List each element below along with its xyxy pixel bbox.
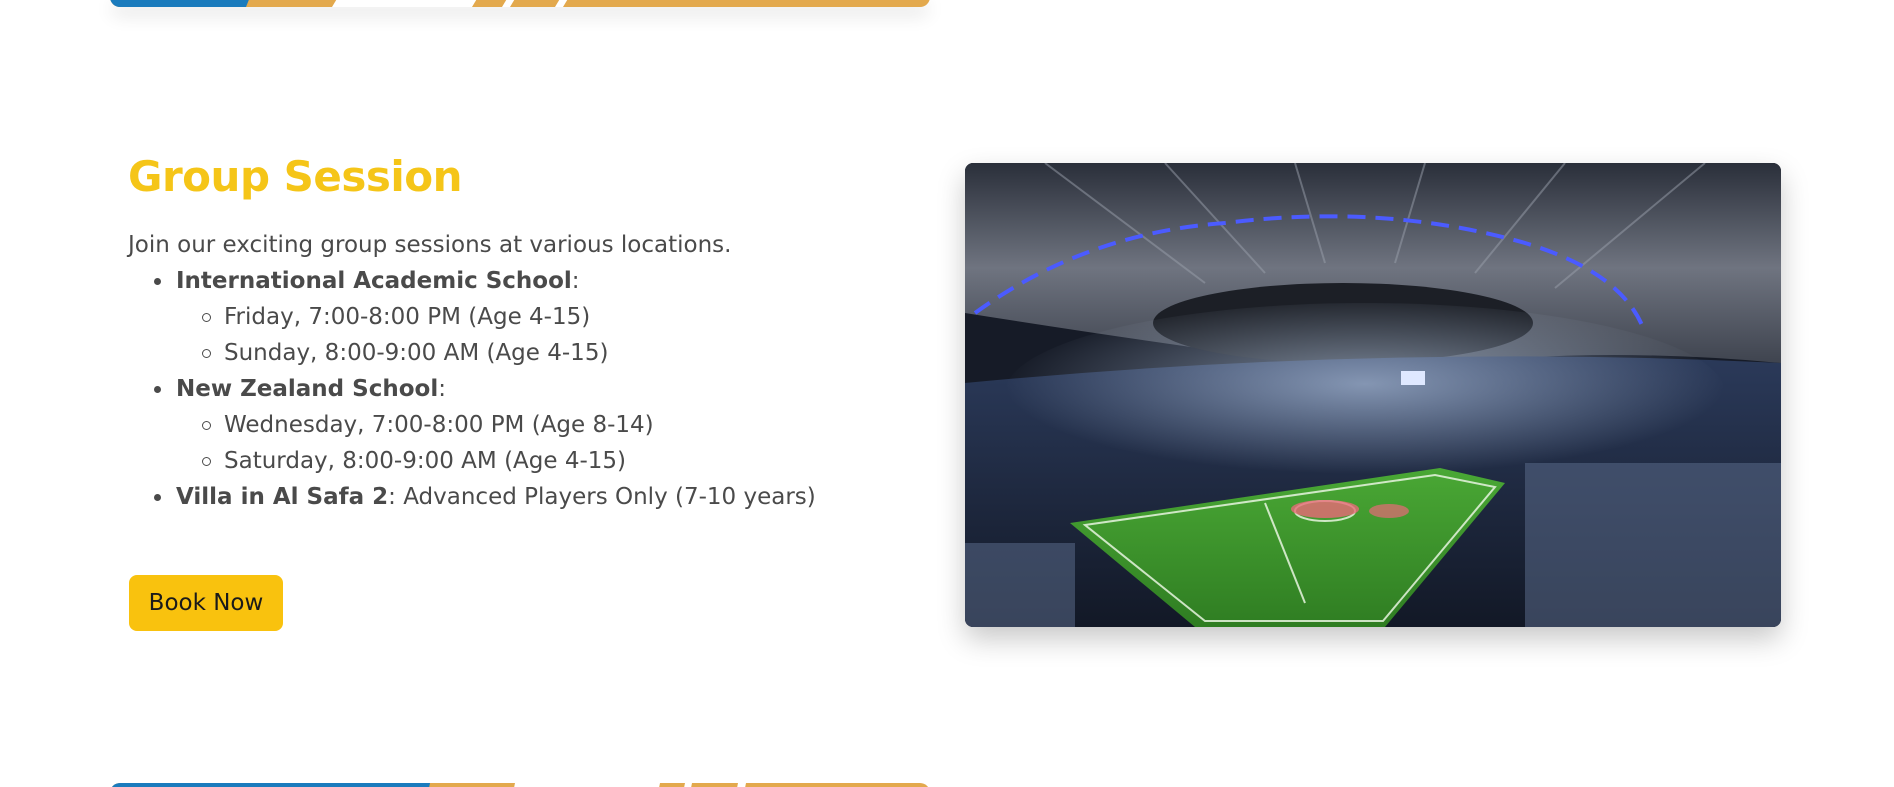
section-title: Group Session — [128, 152, 463, 201]
location-suffix: : — [571, 267, 580, 294]
session-item: Wednesday, 7:00-8:00 PM (Age 8-14) — [200, 407, 868, 443]
session-list: Friday, 7:00-8:00 PM (Age 4-15) Sunday, … — [200, 299, 868, 371]
list-item-international-academic-school: International Academic School: Friday, 7… — [152, 263, 868, 371]
location-list: International Academic School: Friday, 7… — [152, 263, 868, 515]
location-name: New Zealand School — [176, 375, 439, 402]
session-list: Wednesday, 7:00-8:00 PM (Age 8-14) Satur… — [200, 407, 868, 479]
session-item: Saturday, 8:00-9:00 AM (Age 4-15) — [200, 443, 868, 479]
location-suffix: : — [438, 375, 446, 402]
location-name: International Academic School — [176, 267, 572, 294]
group-session-section: Group Session Join our exciting group se… — [128, 150, 868, 515]
book-now-button[interactable]: Book Now — [129, 575, 283, 631]
list-item-new-zealand-school: New Zealand School: Wednesday, 7:00-8:00… — [152, 371, 868, 479]
location-suffix: : Advanced Players Only (7-10 years) — [388, 483, 816, 510]
list-item-villa-al-safa: Villa in Al Safa 2: Advanced Players Onl… — [152, 479, 868, 515]
session-item: Sunday, 8:00-9:00 AM (Age 4-15) — [200, 335, 868, 371]
location-name: Villa in Al Safa 2 — [176, 483, 389, 510]
session-item: Friday, 7:00-8:00 PM (Age 4-15) — [200, 299, 868, 335]
bottom-decorative-stripe — [110, 783, 930, 787]
stadium-photo — [965, 163, 1781, 627]
intro-text: Join our exciting group sessions at vari… — [128, 231, 732, 258]
top-decorative-stripe — [110, 0, 930, 7]
